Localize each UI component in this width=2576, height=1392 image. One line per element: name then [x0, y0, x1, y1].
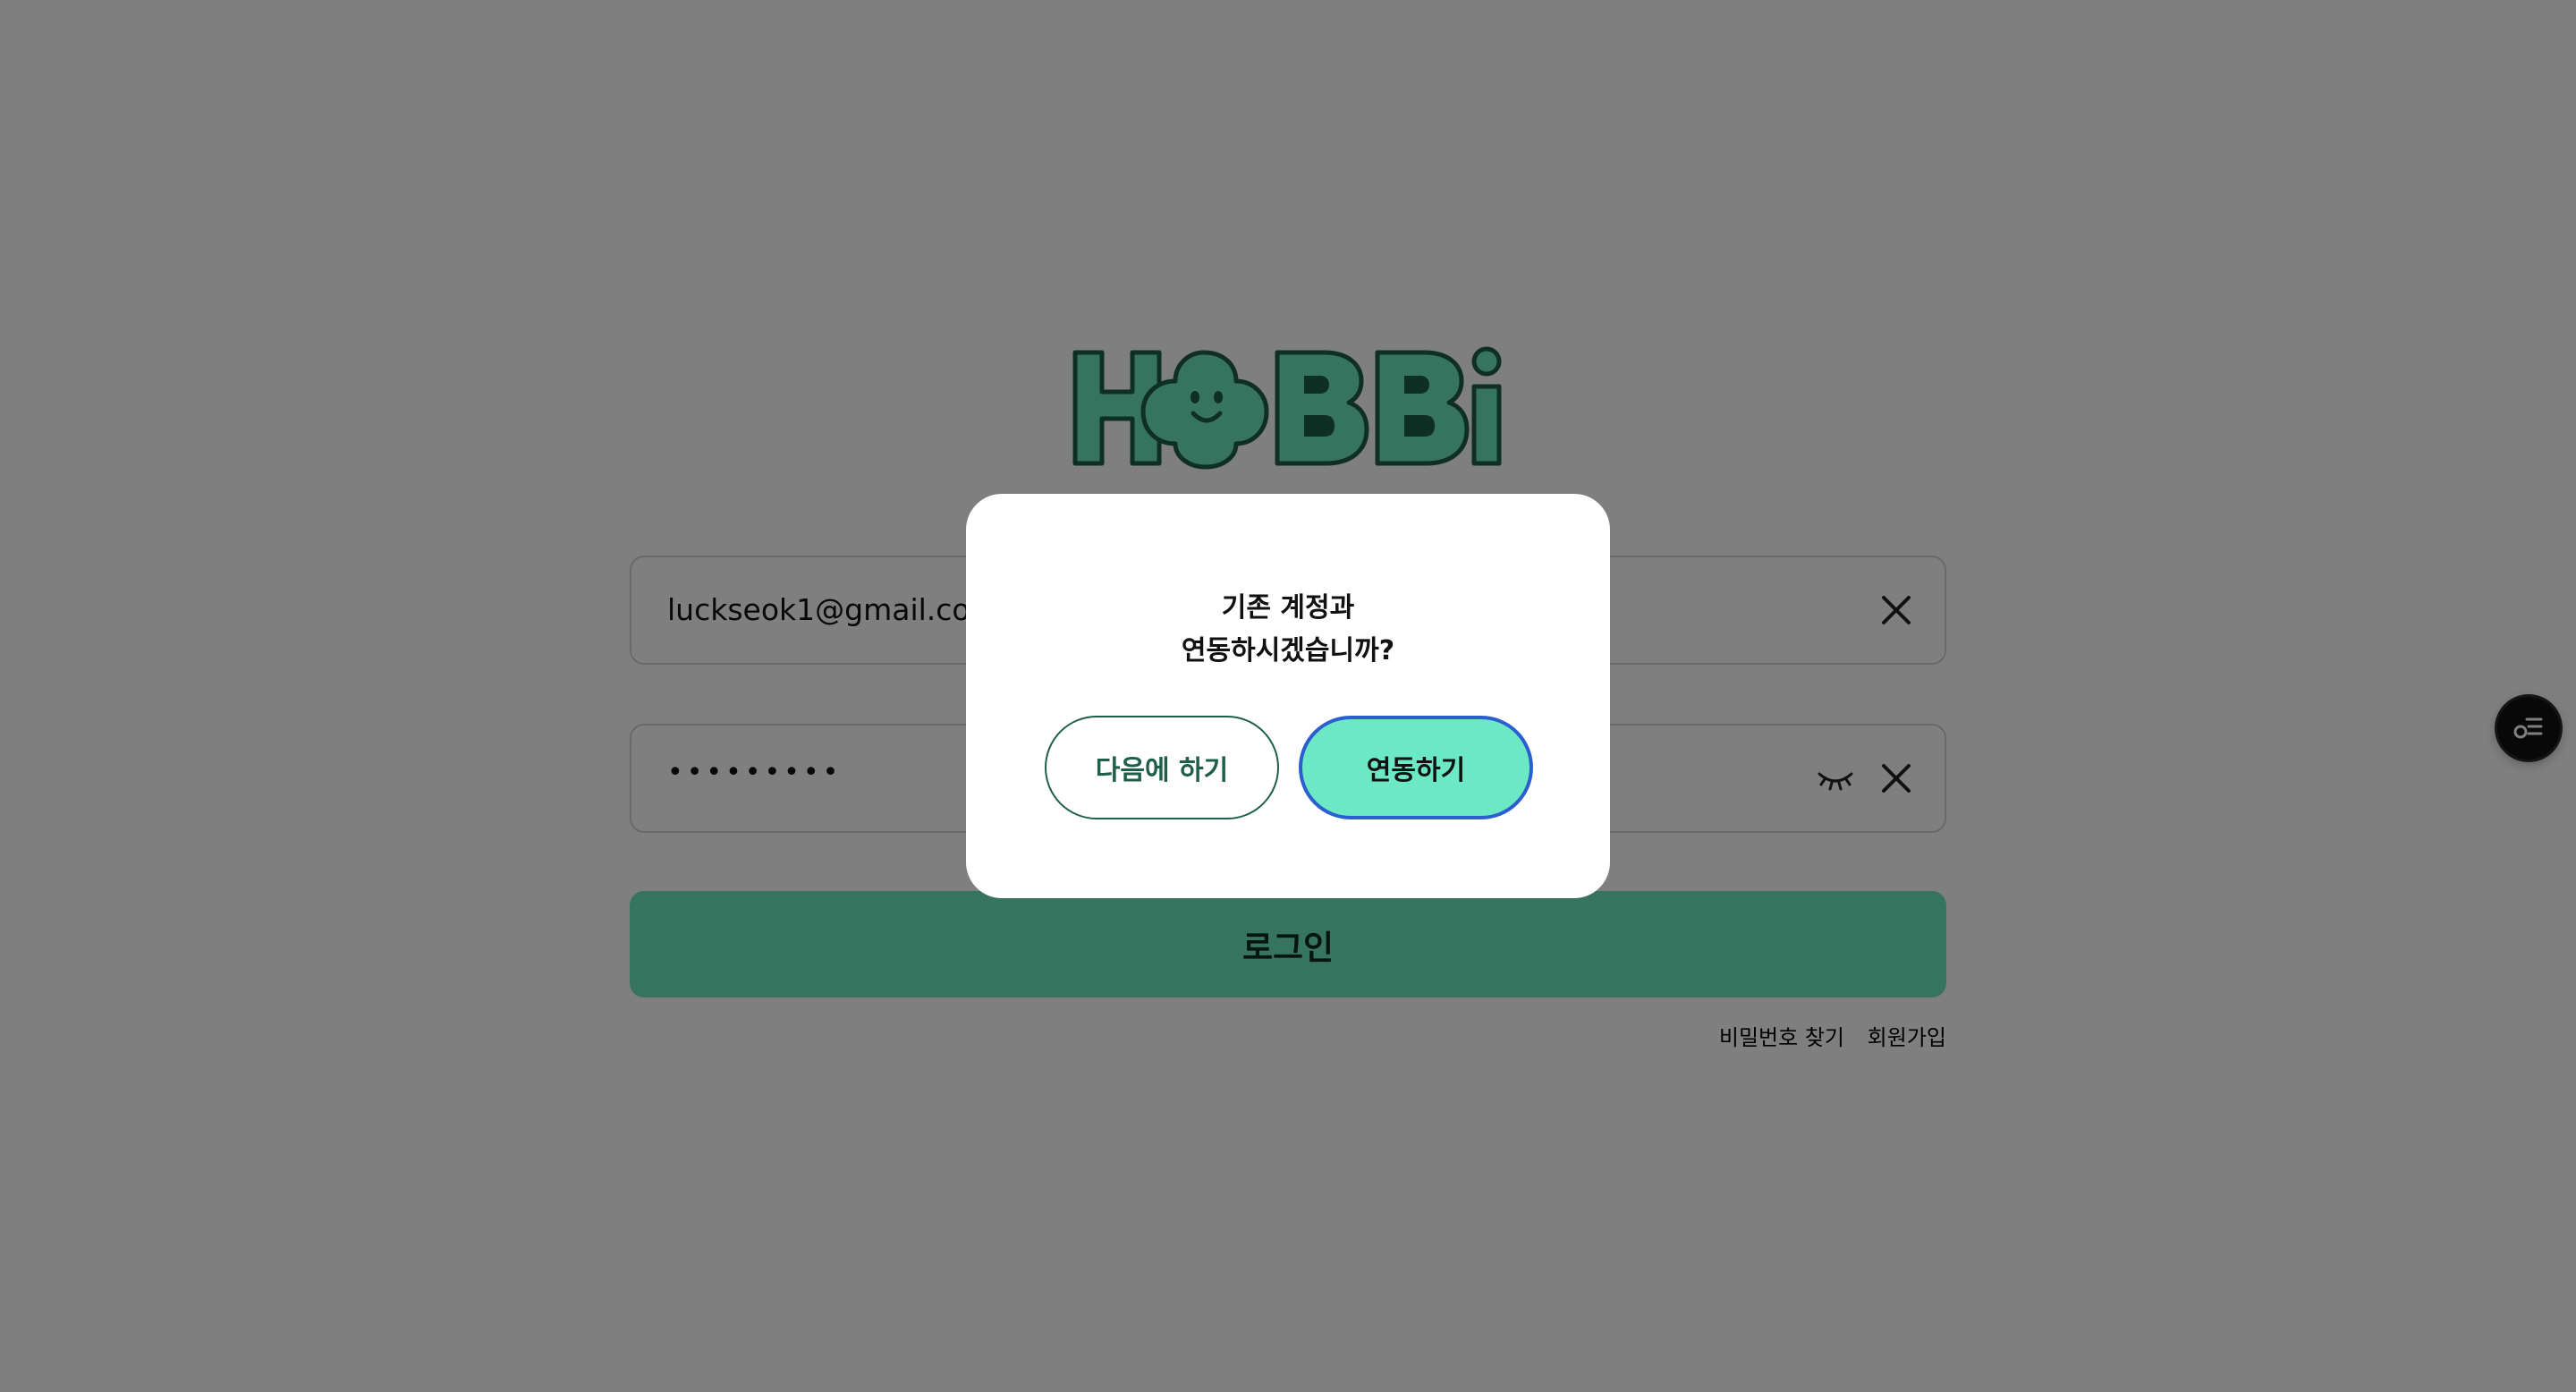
- dialog-title: 기존 계정과 연동하시겠습니까?: [966, 587, 1610, 673]
- dialog-title-line-1: 기존 계정과: [1221, 592, 1355, 624]
- dialog-title-line-2: 연동하시겠습니까?: [1181, 635, 1395, 666]
- later-button[interactable]: 다음에 하기: [1045, 716, 1279, 819]
- link-account-button[interactable]: 연동하기: [1299, 716, 1533, 819]
- link-account-dialog: 기존 계정과 연동하시겠습니까? 다음에 하기 연동하기: [966, 494, 1610, 898]
